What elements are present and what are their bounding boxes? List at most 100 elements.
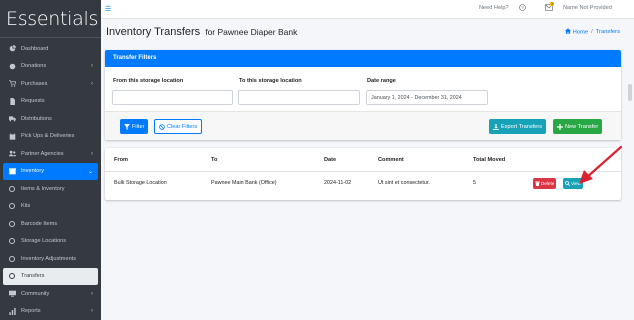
delete-label: Delete [541,181,555,186]
sidebar-item-items-inventory[interactable]: Items & Inventory [0,180,101,198]
sidebar-item-label: Pick Ups & Deliveries [21,133,75,140]
clear-filters-label: Clear Filters [167,123,198,130]
breadcrumb-current[interactable]: Transfers [596,29,620,35]
sidebar-item-community[interactable]: Community ‹ [0,285,101,303]
sidebar-item-label: Purchases [21,80,48,87]
date-range-label: Date range [367,78,396,84]
export-transfers-label: Export Transfers [501,123,543,130]
donations-icon [9,63,16,70]
reports-icon [9,307,16,315]
page-subtitle: for Pawnee Diaper Bank [205,27,298,37]
delete-button[interactable]: Delete [533,178,557,189]
sidebar-item-purchases[interactable]: Purchases ‹ [0,75,101,93]
column-header-date: Date [324,157,337,163]
partners-icon [9,150,16,157]
sidebar-item-storage-locations[interactable]: Storage Locations [0,233,101,251]
breadcrumb: Home / Transfers [565,28,620,36]
sidebar-item-donations[interactable]: Donations ‹ [0,58,101,76]
sidebar-item-label: Partner Agencies [21,150,64,157]
page-title: Inventory Transfers for Pawnee Diaper Ba… [106,26,297,38]
brand-text: Essentials [6,7,99,30]
calendar-icon [9,133,16,140]
filter-button-label: Filter [132,123,145,130]
sidebar-item-reports[interactable]: Reports ‹ [0,303,101,320]
sidebar-item-label: Dashboard [21,45,49,52]
sidebar-item-label: Inventory Adjustments [21,255,77,262]
trash-icon [535,181,540,186]
download-icon [493,123,499,130]
sidebar-item-inventory-adjustments[interactable]: Inventory Adjustments [0,250,101,268]
column-header-total-moved: Total Moved [473,157,506,163]
table-divider [105,171,621,172]
sidebar-item-barcode-items[interactable]: Barcode Items [0,215,101,233]
sidebar: Essentials Dashboard Donations ‹ Purchas… [0,0,101,320]
circle-icon [9,220,15,227]
chevron-left-icon: ‹ [91,80,93,87]
annotation-arrow-icon [579,145,623,184]
filter-button[interactable]: Filter [120,119,149,134]
user-menu[interactable]: Name Not Provided [563,5,612,11]
menu-toggle-icon[interactable]: ☰ [105,5,111,13]
sidebar-item-label: Community [21,290,50,297]
sidebar-item-label: Requests [21,98,45,105]
clear-filters-button[interactable]: Clear Filters [154,119,203,134]
sidebar-item-inventory[interactable]: Inventory ⌄ [3,162,98,180]
circle-icon [9,255,15,262]
brand-logo[interactable]: Essentials [0,0,101,38]
breadcrumb-separator: / [591,28,593,35]
filter-icon [124,123,130,130]
cell-to: Pawnee Main Bank (Office) [211,180,277,186]
sidebar-item-pickups[interactable]: Pick Ups & Deliveries [0,128,101,146]
top-navbar: ☰ Need Help? ? 3 Name Not Provided [101,0,634,19]
circle-icon [9,238,15,245]
inventory-icon [9,168,16,175]
sidebar-item-transfers[interactable]: Transfers [3,267,98,285]
chevron-left-icon: ‹ [91,290,93,297]
breadcrumb-home[interactable]: Home [565,28,588,36]
cell-comment: Ut sint et consectetur. [378,180,430,186]
sidebar-item-label: Barcode Items [21,220,58,227]
breadcrumb-home-label: Home [572,29,589,36]
help-link[interactable]: Need Help? [479,5,509,11]
filters-card-header: Transfer Filters [105,50,621,67]
sidebar-item-partner-agencies[interactable]: Partner Agencies ‹ [0,145,101,163]
sidebar-item-label: Kits [21,203,31,210]
transfer-filters-card: Transfer Filters From this storage locat… [105,50,621,140]
column-header-from: From [114,157,128,163]
new-transfer-button[interactable]: New Transfer [553,119,603,134]
export-transfers-button[interactable]: Export Transfers [489,119,547,134]
truck-icon [9,115,16,122]
sidebar-item-label: Storage Locations [21,238,67,245]
plus-icon [557,123,563,130]
sidebar-item-kits[interactable]: Kits [0,198,101,216]
sidebar-item-requests[interactable]: Requests [0,93,101,111]
sidebar-item-label: Inventory [21,168,45,175]
cell-date: 2024-11-02 [324,180,352,186]
filters-card-footer: Filter Clear Filters Export Transfers Ne… [105,111,621,140]
chevron-down-icon: ⌄ [87,169,93,175]
page-title-text: Inventory Transfers [106,26,201,38]
column-header-to: To [211,157,218,163]
sidebar-item-label: Distributions [21,115,52,122]
cart-icon [9,80,16,87]
date-range-input[interactable]: January 1, 2024 - December 31, 2024 [366,90,488,105]
column-header-comment: Comment [378,157,404,163]
sidebar-nav: Dashboard Donations ‹ Purchases ‹ Reques… [0,40,101,320]
new-transfer-label: New Transfer [565,123,599,130]
question-circle-icon[interactable]: ? [519,4,526,11]
circle-icon [9,185,15,192]
from-location-label: From this storage location [113,78,184,84]
to-location-select[interactable] [238,90,360,105]
from-location-select[interactable] [112,90,233,105]
transfers-table: From To Date Comment Total Moved Bulk St… [105,148,621,200]
file-icon [9,97,16,105]
community-icon [9,290,16,297]
sidebar-item-distributions[interactable]: Distributions [0,110,101,128]
dashboard-icon [9,45,16,52]
sidebar-item-dashboard[interactable]: Dashboard [0,40,101,58]
scrollbar-thumb[interactable] [628,84,632,101]
chevron-left-icon: ‹ [91,63,93,69]
circle-icon [9,273,15,280]
svg-text:?: ? [521,5,524,10]
sidebar-item-label: Transfers [21,273,45,280]
